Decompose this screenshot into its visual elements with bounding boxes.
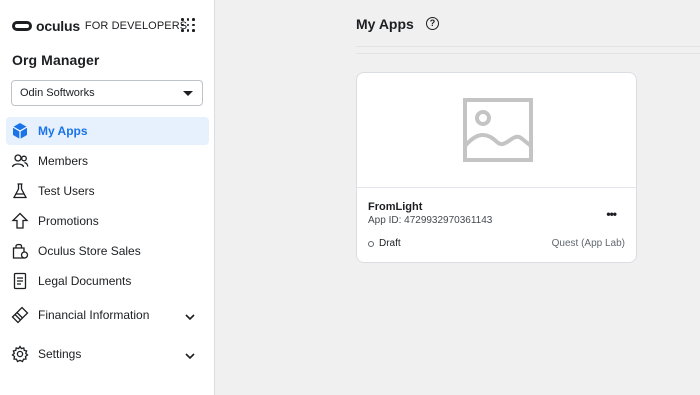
sidebar-item-settings[interactable]: Settings xyxy=(6,340,209,368)
app-platform: Quest (App Lab) xyxy=(551,238,625,249)
sidebar-item-label: Promotions xyxy=(38,214,99,228)
sidebar-item-label: Members xyxy=(38,154,89,168)
sidebar: oculus FOR DEVELOPERS Org Manager Odin S… xyxy=(0,0,215,395)
status-label: Draft xyxy=(379,238,401,249)
sidebar-item-members[interactable]: Members xyxy=(6,147,209,175)
brand-name: oculus xyxy=(36,18,80,34)
app-launcher-icon[interactable] xyxy=(181,18,195,32)
image-placeholder-icon xyxy=(462,98,533,162)
caret-down-icon xyxy=(183,91,193,96)
oculus-logo[interactable]: oculus FOR DEVELOPERS xyxy=(12,18,187,34)
status-dot-icon xyxy=(368,240,374,247)
shopping-bag-icon xyxy=(10,241,30,261)
sidebar-item-my-apps[interactable]: My Apps xyxy=(6,117,209,145)
gear-icon xyxy=(10,344,30,364)
document-icon xyxy=(10,271,30,291)
sidebar-item-label: My Apps xyxy=(38,124,88,138)
arrow-up-icon xyxy=(10,211,30,231)
sidebar-item-label: Financial Information xyxy=(38,308,150,322)
org-selector[interactable]: Odin Softworks xyxy=(11,80,203,106)
help-icon[interactable]: ? xyxy=(426,17,439,30)
org-selector-value: Odin Softworks xyxy=(20,87,95,99)
sidebar-item-legal-documents[interactable]: Legal Documents xyxy=(6,267,209,295)
flask-icon xyxy=(10,181,30,201)
sidebar-item-label: Oculus Store Sales xyxy=(38,244,141,258)
sidebar-item-label: Settings xyxy=(38,347,82,361)
divider xyxy=(356,46,700,47)
sidebar-item-promotions[interactable]: Promotions xyxy=(6,207,209,235)
sidebar-item-label: Test Users xyxy=(38,184,95,198)
brand-suffix: FOR DEVELOPERS xyxy=(84,20,188,32)
sidebar-title: Org Manager xyxy=(12,52,100,68)
oculus-ring-icon xyxy=(12,21,32,31)
page-title: My Apps xyxy=(356,16,414,32)
cube-icon xyxy=(10,121,30,141)
app-thumbnail xyxy=(357,73,636,188)
app-name: FromLight xyxy=(368,201,423,213)
divider xyxy=(356,53,700,54)
app-status: Draft xyxy=(368,238,401,249)
more-options-icon[interactable]: ••• xyxy=(606,207,617,221)
sidebar-item-label: Legal Documents xyxy=(38,274,132,288)
sidebar-item-financial-information[interactable]: Financial Information xyxy=(6,301,209,329)
sidebar-item-oculus-store-sales[interactable]: Oculus Store Sales xyxy=(6,237,209,265)
app-card[interactable]: FromLight App ID: 4729932970361143 ••• D… xyxy=(356,72,637,263)
credit-card-icon xyxy=(10,305,30,325)
chevron-down-icon xyxy=(185,349,195,363)
chevron-down-icon xyxy=(185,310,195,324)
sidebar-item-test-users[interactable]: Test Users xyxy=(6,177,209,205)
people-icon xyxy=(10,151,30,171)
app-id: App ID: 4729932970361143 xyxy=(368,215,493,226)
